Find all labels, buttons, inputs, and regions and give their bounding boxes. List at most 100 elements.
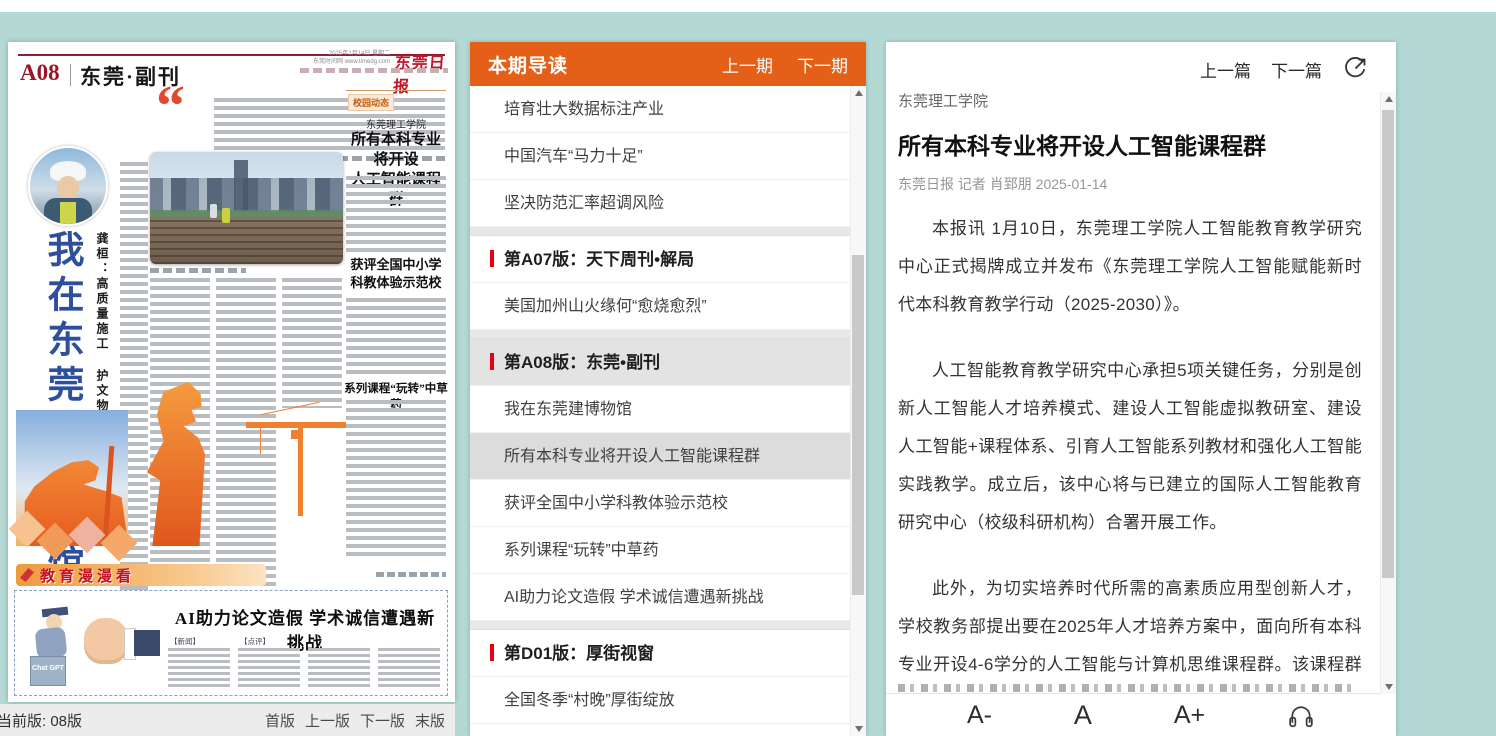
cartoon-credit-microtext (376, 572, 446, 577)
micro-text-column (168, 648, 230, 688)
micro-text-column (282, 278, 342, 408)
toc-article-link[interactable]: AI助力论文造假 学术诚信遭遇新挑战 (470, 574, 851, 621)
toc-section-header: 第D01版：厚街视窗 (470, 630, 851, 677)
stop-hand-shape (84, 618, 128, 664)
first-page-link[interactable]: 首版 (265, 710, 295, 731)
top-white-strip (0, 0, 1496, 12)
micro-text-column (346, 298, 446, 374)
cartoon-body-shape (35, 627, 68, 660)
cartoon-tag-comment: 【点评】 (240, 636, 270, 647)
toc-article-link[interactable]: 获评全国中小学科教体验示范校 (470, 480, 851, 527)
font-smaller-button[interactable]: A- (967, 701, 992, 730)
toc-group-gap (470, 330, 851, 339)
next-page-link[interactable]: 下一版 (360, 710, 405, 731)
worker-figure (210, 204, 217, 218)
prev-page-link[interactable]: 上一版 (305, 710, 350, 731)
cartoon-tag-news: 【新闻】 (170, 636, 200, 647)
next-article-link[interactable]: 下一篇 (1271, 57, 1322, 82)
column-headline-2: 获评全国中小学 科教体验示范校 (346, 256, 446, 292)
construction-site-photo (150, 152, 343, 264)
column-rule (346, 90, 446, 91)
hand-sleeve-shape (134, 630, 160, 656)
toc-article-link[interactable]: 我在东莞建博物馆 (470, 386, 851, 433)
green-netting-shape (150, 210, 343, 217)
toc-label: 培育壮大数据标注产业 (504, 101, 664, 118)
toc-label: 中国汽车“马力十足” (504, 148, 643, 165)
section-red-bar (490, 353, 494, 370)
crane-boom-shape (246, 422, 346, 428)
scroll-down-arrow-icon[interactable] (851, 722, 866, 736)
page-pager-bar: 当前版: 08版 首版 上一版 下一版 末版 (0, 704, 455, 736)
toc-article-link[interactable]: 美国加州山火缘何“愈烧愈烈” (470, 283, 851, 330)
toc-article-link[interactable]: 培育壮大数据标注产业 (470, 86, 851, 133)
issue-nav: 上一期 下一期 (722, 52, 848, 77)
scrollbar-thumb[interactable] (852, 255, 864, 595)
toc-list: 培育壮大数据标注产业中国汽车“马力十足” 坚决防范汇率超调风险第A07版：天下周刊… (470, 86, 851, 736)
scrollbar-thumb[interactable] (1382, 110, 1394, 578)
face-shape (57, 176, 79, 200)
toc-scrollbar[interactable] (850, 86, 866, 736)
quote-icon: “ (156, 86, 185, 126)
pencil-icon (20, 568, 34, 582)
article-reader-panel: 上一篇 下一篇 东莞理工学院 所有本科专业将开设人工智能课程群 东莞日报 记者 … (886, 42, 1396, 736)
font-larger-button[interactable]: A+ (1174, 701, 1205, 730)
vest-shape (60, 202, 76, 224)
header-divider (70, 64, 71, 86)
toc-section-header: 第A07版：天下周刊•解局 (470, 236, 851, 283)
newspaper-preview-panel[interactable]: A08 东莞·副刊 2025年1月14日 星期二 东莞时间网 www.timed… (8, 42, 455, 702)
micro-text-column (346, 176, 446, 252)
font-normal-button[interactable]: A (1074, 700, 1092, 731)
article-title: 所有本科专业将开设人工智能课程群 (898, 127, 1358, 161)
toc-label: 全国冬季“村晚”厚街绽放 (504, 692, 675, 709)
clipped-next-line (898, 684, 1356, 692)
micro-text-column (238, 648, 300, 688)
reader-toolbar: A- A A+ (886, 693, 1396, 736)
toc-section-header: 第A08版：东莞•副刊 (470, 339, 851, 386)
toc-article-link[interactable]: 坚决防范汇率超调风险 (470, 180, 851, 227)
toc-article-link[interactable]: 系列课程“玩转”中草药 (470, 527, 851, 574)
listen-headphones-icon[interactable] (1287, 702, 1315, 728)
tower-shape (234, 160, 248, 212)
column-kicker: 东莞理工学院 (346, 116, 446, 131)
article-kicker: 东莞理工学院 (898, 90, 988, 111)
toc-title: 本期导读 (488, 51, 568, 78)
prev-article-link[interactable]: 上一篇 (1200, 57, 1251, 82)
reporter-portrait-photo (28, 146, 108, 226)
section-red-bar (490, 644, 494, 661)
toc-label: 美国加州山火缘何“愈烧愈烈” (504, 298, 707, 315)
share-icon[interactable] (1342, 56, 1368, 82)
scroll-up-arrow-icon[interactable] (1381, 92, 1396, 106)
current-page-label: 当前版: 08版 (0, 710, 82, 731)
micro-text-column (308, 648, 370, 688)
newspaper-date-meta: 2025年1月14日 星期二 东莞时间网 www.timedg.com (260, 50, 390, 66)
section-red-bar (490, 250, 494, 267)
scroll-up-arrow-icon[interactable] (851, 86, 866, 100)
article-scrollbar[interactable] (1380, 92, 1396, 694)
cartoon-headline: AI助力论文造假 学术诚信遭遇新挑战 (166, 604, 444, 654)
article-byline: 东莞日报 记者 肖郅朋 2025-01-14 (898, 174, 1107, 194)
worker-figure (222, 208, 230, 223)
toc-article-link[interactable]: 全国冬季“村晚”厚街绽放 (470, 677, 851, 724)
last-page-link[interactable]: 末版 (415, 710, 445, 731)
toc-group-gap (470, 621, 851, 630)
prev-issue-link[interactable]: 上一期 (722, 52, 773, 77)
pager-links: 首版 上一版 下一版 末版 (265, 710, 445, 731)
toc-label: AI助力论文造假 学术诚信遭遇新挑战 (504, 589, 764, 606)
toc-article-link[interactable]: 中国汽车“马力十足” (470, 133, 851, 180)
toc-label: 第D01版：厚街视窗 (504, 644, 654, 663)
next-issue-link[interactable]: 下一期 (797, 52, 848, 77)
toc-label: 坚决防范汇率超调风险 (504, 195, 664, 212)
newspaper-page-number: A08 (20, 60, 60, 86)
article-paragraph: 此外，为切实培养时代所需的高素质应用型创新人才，学校教务部提出要在2025年人才… (898, 570, 1362, 684)
article-nav: 上一篇 下一篇 (1200, 56, 1368, 82)
toc-header: 本期导读 上一期 下一期 (470, 42, 866, 86)
scroll-down-arrow-icon[interactable] (1381, 680, 1396, 694)
micro-text-column (216, 278, 276, 600)
newspaper-meta-microtext (300, 68, 448, 73)
toc-article-link[interactable]: 为推动厚街经济社会高质量发展汇智聚力 (470, 724, 851, 736)
newspaper-date-line: 2025年1月14日 星期二 (260, 50, 390, 58)
toc-article-link[interactable]: 所有本科专业将开设人工智能课程群 (470, 433, 851, 480)
chatgpt-box: Chat GPT (30, 656, 66, 686)
newspaper-site-line: 东莞时间网 www.timedg.com (260, 58, 390, 66)
article-paragraph: 本报讯 1月10日，东莞理工学院人工智能教育教学研究中心正式揭牌成立并发布《东莞… (898, 210, 1362, 324)
